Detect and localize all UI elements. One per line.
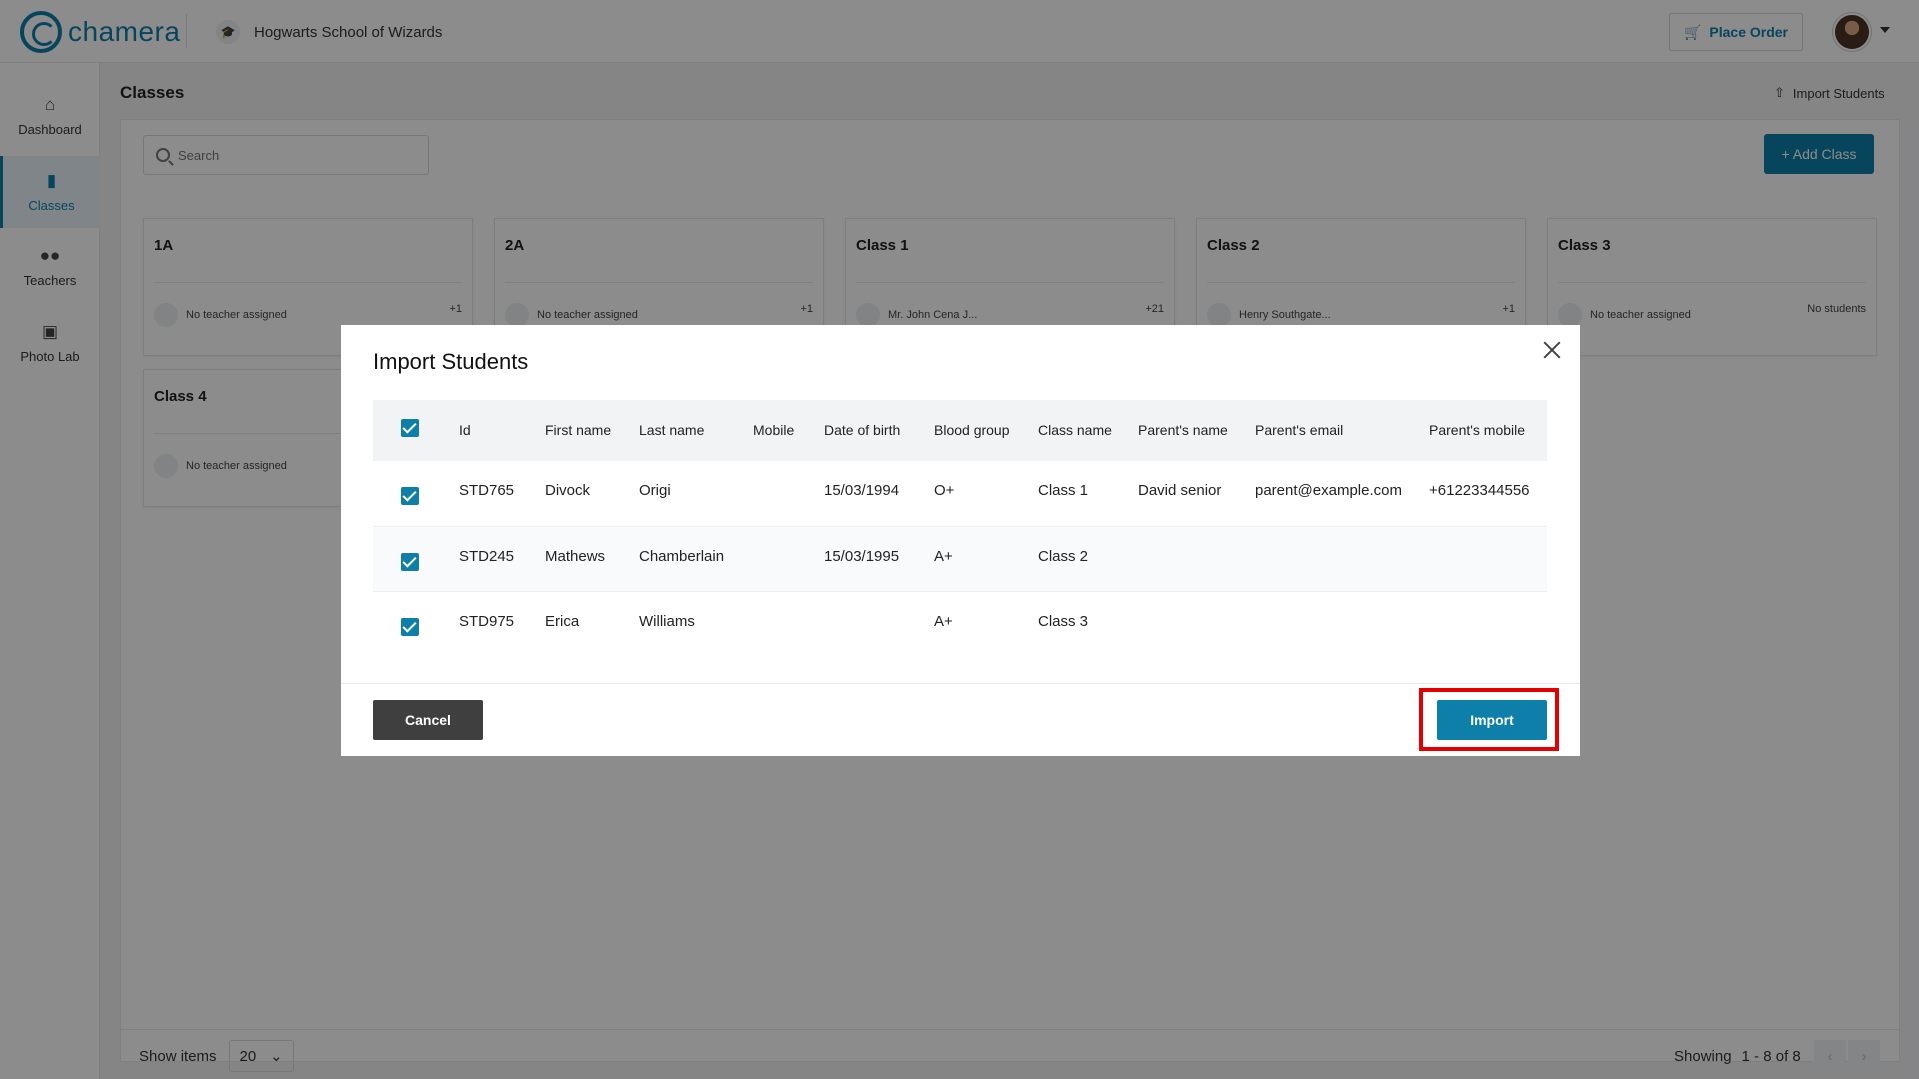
column-header: Date of birth: [824, 422, 901, 438]
dialog-footer-divider: [341, 683, 1580, 684]
column-header: First name: [545, 422, 612, 438]
cell-dob: 15/03/1995: [824, 547, 900, 565]
cell-last-name: Williams: [639, 612, 695, 630]
column-header: Parent's email: [1255, 422, 1344, 438]
cancel-button[interactable]: Cancel: [373, 700, 483, 740]
cell-mobile: [747, 461, 818, 526]
cell-dob: [818, 591, 928, 656]
import-button[interactable]: Import: [1437, 700, 1547, 740]
cell-last-name: Chamberlain: [639, 547, 725, 565]
cell-blood-group: A+: [934, 547, 953, 565]
cell-last-name: Origi: [639, 482, 671, 499]
cell-mobile: [747, 591, 818, 656]
cell-parent-mobile: [1423, 526, 1547, 591]
column-header: Class name: [1038, 422, 1112, 438]
cell-parent-name: David senior: [1138, 482, 1222, 499]
column-header: Last name: [639, 422, 705, 438]
cell-blood-group: O+: [934, 482, 955, 499]
cell-first-name: Divock: [545, 482, 591, 499]
import-students-dialog: Import Students Id First name Last name …: [341, 325, 1580, 756]
cell-id: STD975: [459, 612, 515, 630]
column-header: Parent's name: [1138, 422, 1228, 438]
students-table: Id First name Last name Mobile Date of b…: [373, 400, 1547, 656]
cell-parent-email: parent@example.com: [1255, 482, 1402, 499]
table-row: STD975 Erica Williams A+ Class 3: [373, 591, 1547, 656]
cell-parent-name: [1132, 526, 1249, 591]
close-icon[interactable]: [1539, 337, 1565, 363]
table-row: STD765 Divock Origi 15/03/1994 O+ Class …: [373, 461, 1547, 526]
cell-parent-mobile: +61223344556: [1429, 482, 1530, 499]
cell-class-name: Class 3: [1038, 612, 1089, 630]
cell-parent-email: [1249, 591, 1423, 656]
header-select-all[interactable]: [373, 400, 453, 461]
cell-blood-group: A+: [934, 612, 953, 630]
cell-id: STD245: [459, 547, 515, 565]
table-header-row: Id First name Last name Mobile Date of b…: [373, 400, 1547, 461]
cell-class-name: Class 2: [1038, 547, 1089, 565]
column-header: Blood group: [934, 422, 1010, 438]
cell-parent-mobile: [1423, 591, 1547, 656]
cell-first-name: Erica: [545, 612, 580, 630]
cell-first-name: Mathews: [545, 547, 606, 565]
row-select[interactable]: [373, 461, 453, 526]
column-header: Mobile: [753, 422, 795, 438]
checkbox-checked-icon[interactable]: [401, 487, 419, 505]
dialog-title: Import Students: [373, 349, 529, 374]
checkbox-checked-icon[interactable]: [401, 418, 419, 437]
column-header: Id: [459, 422, 471, 438]
checkbox-checked-icon[interactable]: [401, 617, 419, 636]
column-header: Parent's mobile: [1429, 422, 1526, 438]
cell-mobile: [747, 526, 818, 591]
cell-parent-email: [1249, 526, 1423, 591]
cell-class-name: Class 1: [1038, 482, 1089, 499]
cell-id: STD765: [459, 482, 515, 499]
cell-dob: 15/03/1994: [824, 482, 900, 499]
checkbox-checked-icon[interactable]: [401, 552, 419, 571]
cell-parent-name: [1132, 591, 1249, 656]
row-select[interactable]: [373, 591, 453, 656]
table-row: STD245 Mathews Chamberlain 15/03/1995 A+…: [373, 526, 1547, 591]
row-select[interactable]: [373, 526, 453, 591]
